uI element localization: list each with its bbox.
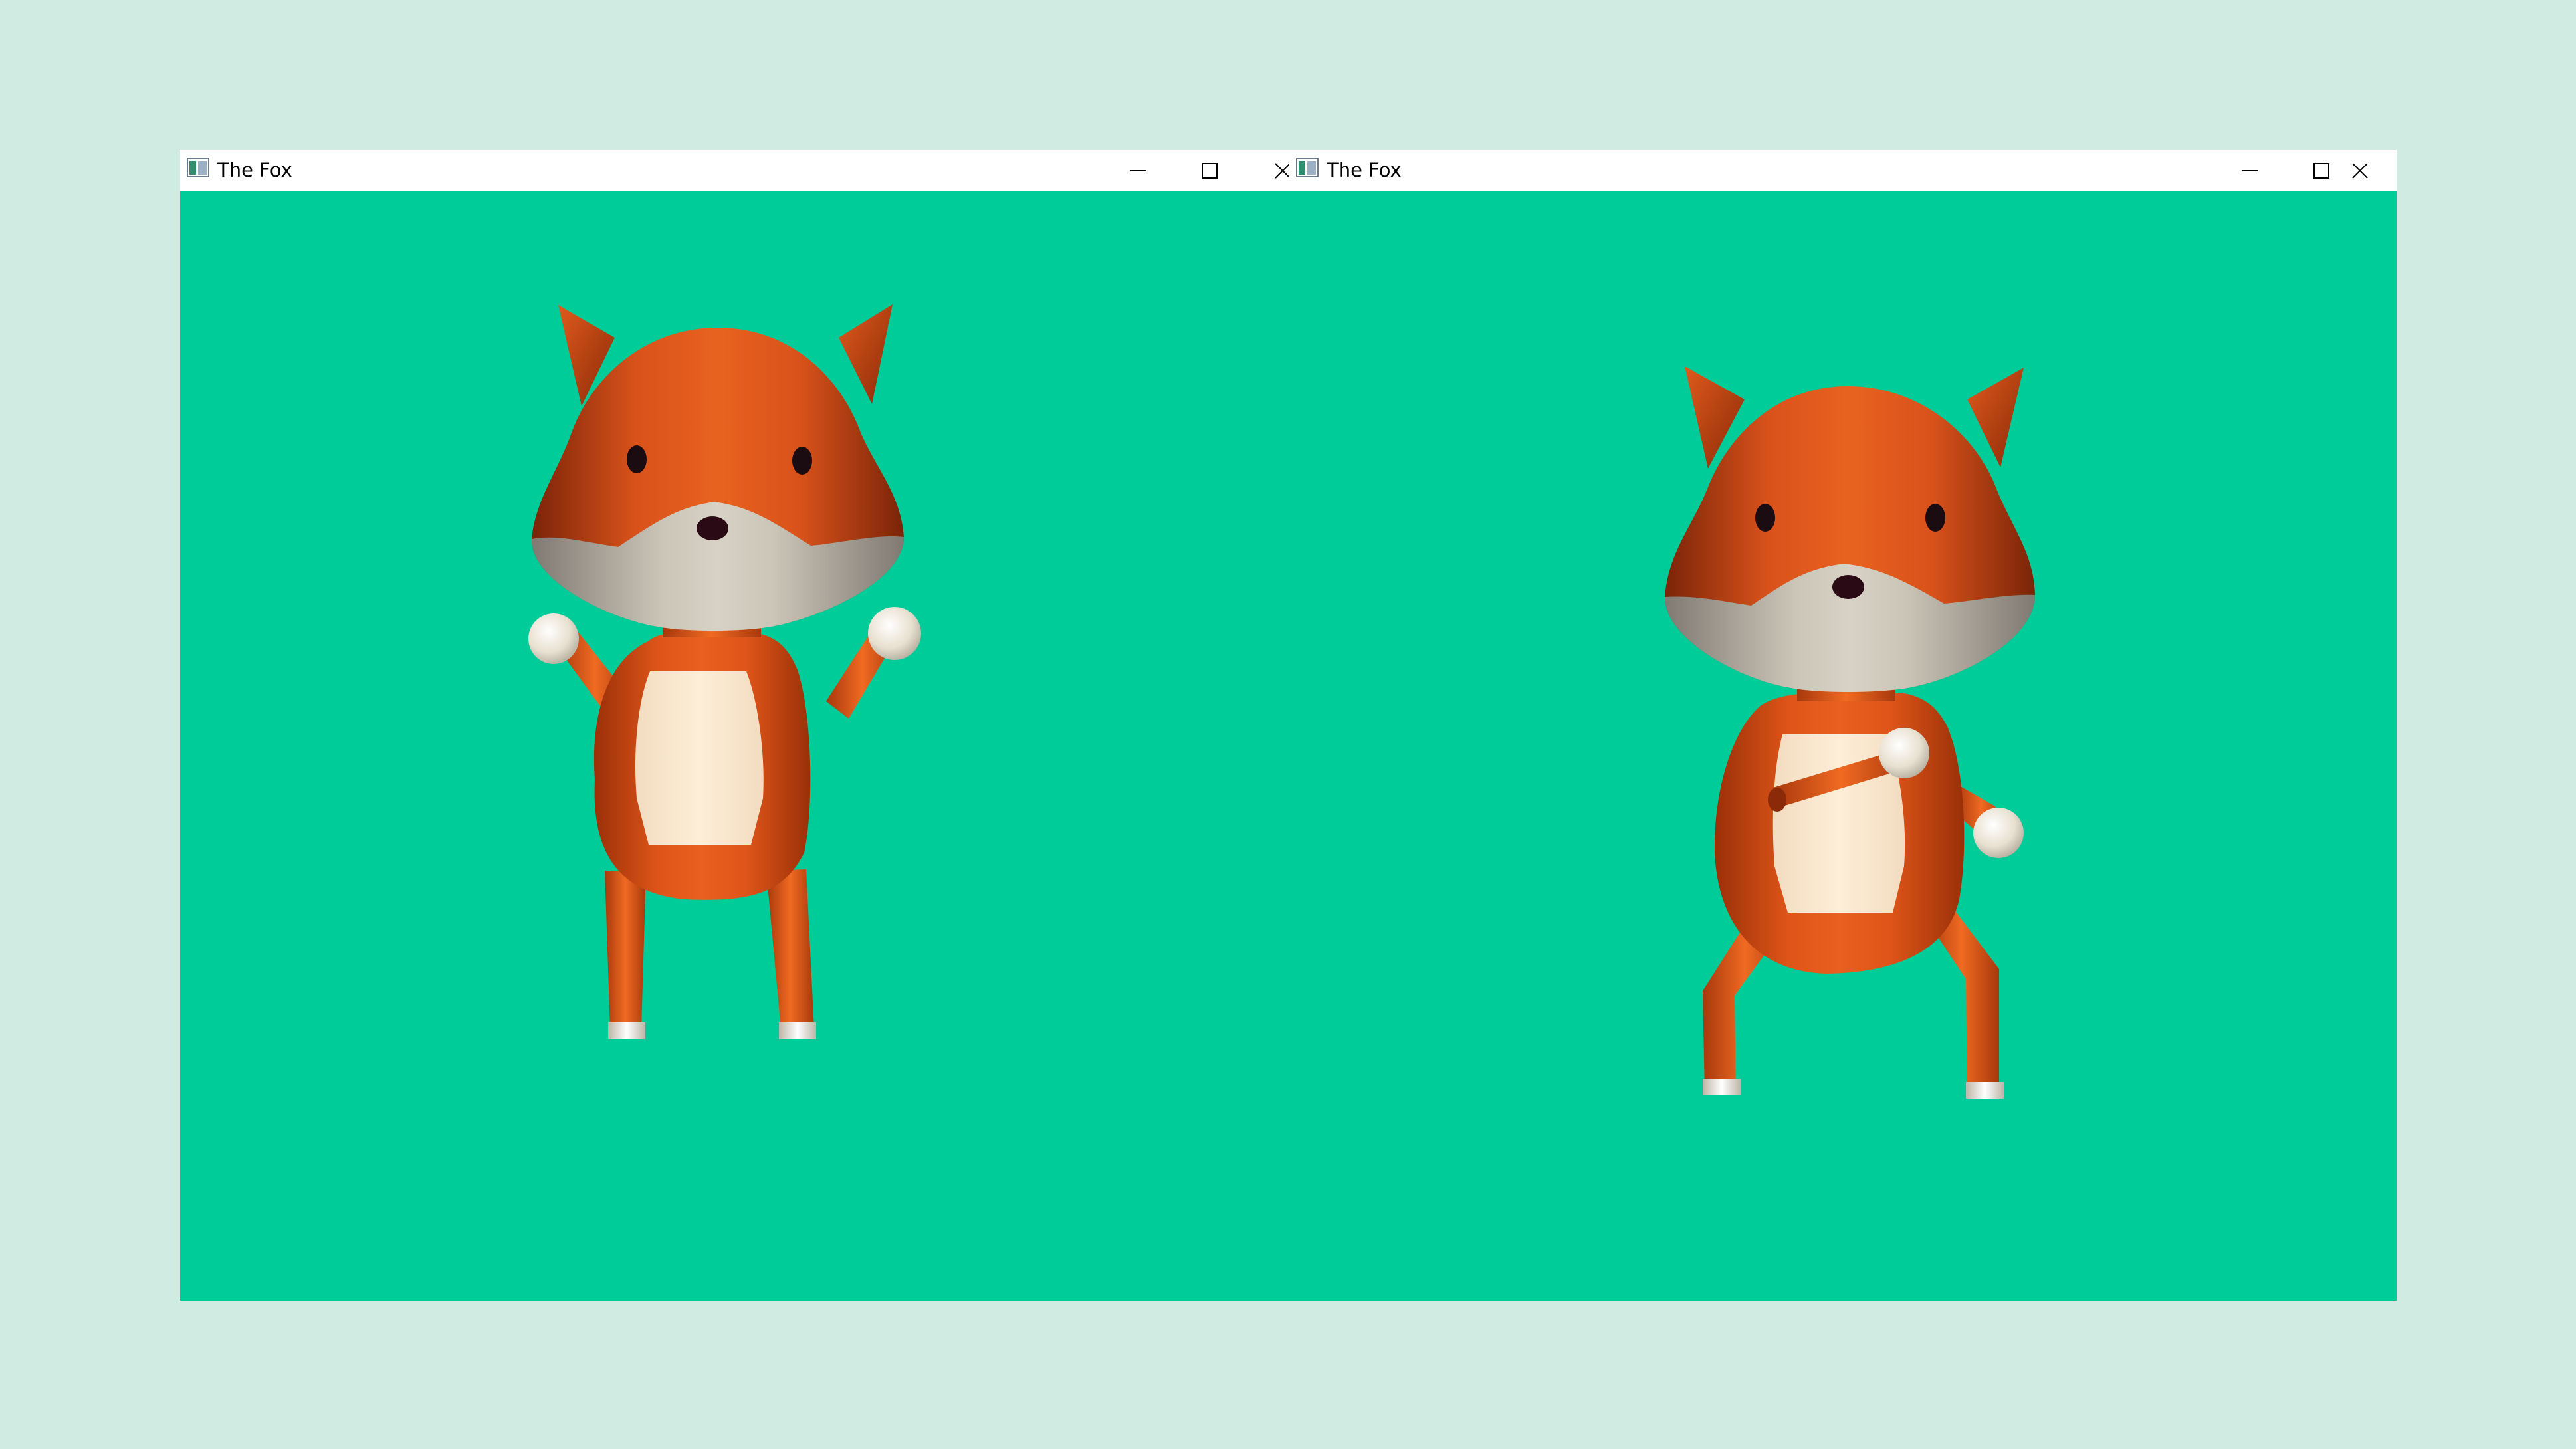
fox-right-eye [792, 447, 812, 475]
fox-right-eye [1925, 504, 1945, 532]
fox-left-eye [627, 445, 647, 473]
minimize-button[interactable] [1102, 150, 1175, 191]
app-window-icon [1296, 158, 1319, 177]
fox-left-paw [528, 613, 579, 664]
fox-model-standing [528, 304, 921, 1039]
fox-right-paw [1973, 808, 2024, 858]
minimize-icon [1130, 169, 1146, 171]
render-viewport[interactable] [1289, 191, 2397, 1301]
fox-left-foot [608, 1022, 645, 1039]
fox-left-eye [1755, 504, 1775, 532]
window-titlebar[interactable]: The Fox [1289, 150, 2397, 191]
window-title: The Fox [1327, 159, 1402, 181]
fox-model-posed [1665, 366, 2035, 1099]
render-viewport[interactable] [180, 191, 1289, 1301]
close-icon [2352, 162, 2368, 179]
fox-right-foot [779, 1022, 816, 1039]
fox-nose [1832, 575, 1864, 599]
window-titlebar[interactable]: The Fox [180, 150, 1289, 191]
close-button[interactable] [1246, 150, 1289, 191]
fox-left-foot [1703, 1079, 1741, 1095]
fox-window-1[interactable]: The Fox [180, 150, 1289, 1301]
window-title: The Fox [217, 159, 292, 181]
app-window-icon [187, 158, 209, 177]
fox-nose [697, 516, 728, 540]
fox-right-paw [868, 607, 921, 660]
fox-right-foot [1966, 1082, 2004, 1099]
minimize-icon [2242, 169, 2258, 171]
fox-right-leg [766, 869, 814, 1029]
fox-right-ear [839, 304, 893, 404]
maximize-icon [1202, 162, 1218, 179]
fox-left-leg [605, 871, 646, 1029]
fox-left-shoulder [1768, 788, 1786, 812]
close-button[interactable] [2323, 150, 2397, 191]
fox-belly [635, 671, 764, 845]
minimize-button[interactable] [2214, 150, 2287, 191]
fox-window-2[interactable]: The Fox [1289, 150, 2397, 1301]
fox-left-paw [1879, 728, 1929, 778]
close-icon [1275, 162, 1289, 179]
maximize-button[interactable] [1173, 150, 1246, 191]
